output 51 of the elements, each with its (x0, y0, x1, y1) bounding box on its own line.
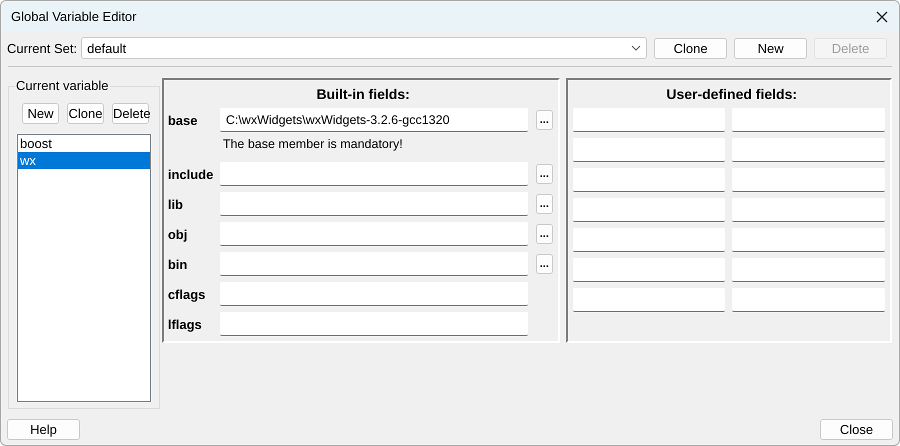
set-dropdown[interactable]: default (81, 37, 648, 59)
input-field[interactable] (573, 198, 726, 222)
input-field[interactable]: C:\wxWidgets\wxWidgets-3.2.6-gcc1320 (220, 108, 528, 132)
browse-button[interactable]: ... (536, 110, 553, 130)
input-field[interactable] (220, 312, 528, 336)
input-field[interactable] (732, 138, 886, 162)
variable-button[interactable]: Delete (112, 103, 149, 124)
help-button[interactable]: Help (7, 419, 80, 440)
input-field[interactable] (732, 108, 886, 132)
input-field[interactable] (732, 168, 886, 192)
set-button[interactable]: Clone (654, 38, 728, 58)
input-field[interactable] (573, 138, 726, 162)
input-field[interactable] (573, 228, 726, 252)
browse-button[interactable]: ... (536, 224, 553, 244)
field-label: obj (168, 226, 188, 242)
input-field[interactable] (220, 282, 528, 306)
input-field[interactable] (573, 288, 726, 312)
chevron-down-icon (631, 45, 642, 51)
field-label: base (168, 112, 198, 128)
input-field[interactable] (220, 192, 528, 216)
close-button[interactable]: Close (820, 419, 893, 440)
input-field[interactable] (573, 168, 726, 192)
input-field[interactable] (220, 252, 528, 276)
list-item[interactable]: wx (18, 152, 150, 169)
input-field[interactable] (220, 222, 528, 246)
input-field[interactable] (573, 108, 726, 132)
panel-heading: User-defined fields: (665, 86, 798, 104)
input-field[interactable] (220, 162, 528, 186)
input-field[interactable] (573, 258, 726, 282)
variable-button[interactable]: Clone (67, 103, 104, 124)
close-icon[interactable] (876, 10, 888, 22)
panel-heading: Built-in fields: (315, 86, 411, 104)
group-label: Current variable (15, 78, 110, 93)
browse-button[interactable]: ... (536, 194, 553, 214)
browse-button[interactable]: ... (536, 164, 553, 184)
variable-button[interactable]: New (22, 103, 59, 124)
field-label: lflags (168, 316, 203, 332)
current-set-label: Current Set: (7, 40, 78, 56)
field-label: include (168, 166, 214, 182)
input-field[interactable] (732, 258, 886, 282)
input-field[interactable] (732, 198, 886, 222)
field-label: bin (168, 256, 188, 272)
window-title: Global Variable Editor (11, 9, 136, 24)
input-field[interactable] (732, 228, 886, 252)
input-field[interactable] (732, 288, 886, 312)
browse-button[interactable]: ... (536, 254, 553, 274)
field-label: lib (168, 196, 184, 212)
list-item[interactable]: boost (18, 135, 150, 152)
set-button[interactable]: New (734, 38, 808, 58)
field-label: cflags (168, 286, 206, 302)
note-text: The base member is mandatory! (222, 136, 404, 153)
